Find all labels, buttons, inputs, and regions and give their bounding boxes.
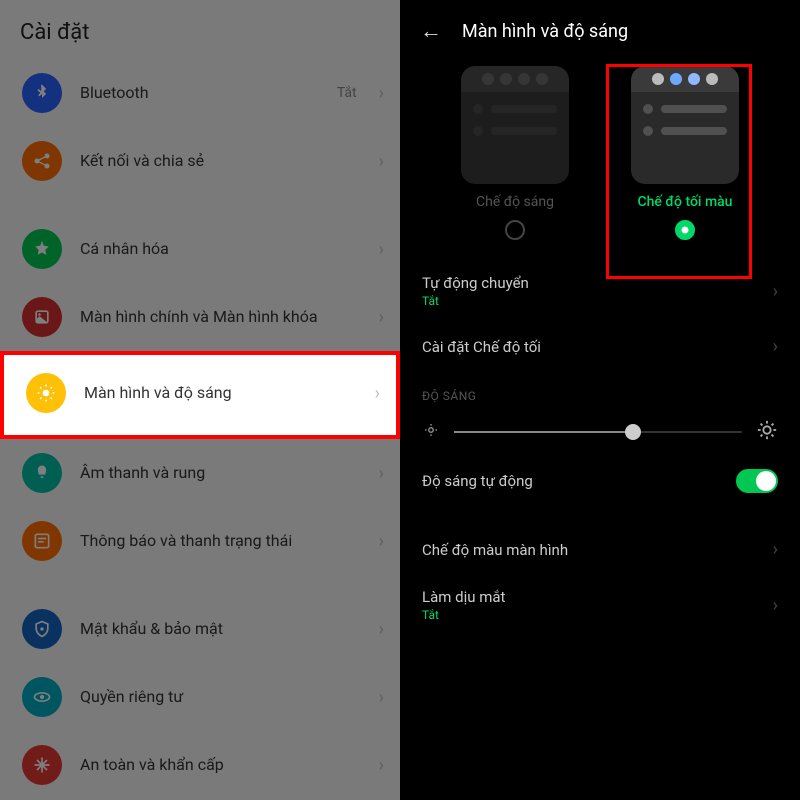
auto-brightness-row[interactable]: Độ sáng tự động xyxy=(400,455,800,507)
radio-unchecked[interactable] xyxy=(505,220,525,240)
settings-item-sound[interactable]: Âm thanh và rung › xyxy=(0,439,400,507)
auto-switch-row[interactable]: Tự động chuyển Tắt › xyxy=(400,260,800,322)
chevron-right-icon: › xyxy=(773,281,778,302)
brightness-slider[interactable] xyxy=(454,431,742,433)
mode-label: Chế độ tối màu xyxy=(638,194,733,210)
settings-item-notification[interactable]: Thông báo và thanh trạng thái › xyxy=(0,507,400,575)
item-label: An toàn và khẩn cấp xyxy=(80,755,361,776)
chevron-right-icon: › xyxy=(773,595,778,616)
item-label: Màn hình và độ sáng xyxy=(84,383,357,404)
chevron-right-icon: › xyxy=(379,463,384,484)
chevron-right-icon: › xyxy=(379,755,384,776)
header: ← Màn hình và độ sáng xyxy=(400,0,800,60)
item-label: Cá nhân hóa xyxy=(80,239,361,260)
chevron-right-icon: › xyxy=(379,687,384,708)
chevron-right-icon: › xyxy=(379,83,384,104)
row-label: Cài đặt Chế độ tối xyxy=(422,338,773,356)
chevron-right-icon: › xyxy=(379,151,384,172)
item-label: Kết nối và chia sẻ xyxy=(80,151,361,172)
eye-comfort-row[interactable]: Làm dịu mắt Tắt › xyxy=(400,574,800,636)
chevron-right-icon: › xyxy=(379,531,384,552)
settings-item-privacy[interactable]: Quyền riêng tư › xyxy=(0,663,400,731)
brightness-section-title: ĐỘ SÁNG xyxy=(400,371,800,409)
notification-icon xyxy=(22,521,62,561)
settings-item-personalize[interactable]: Cá nhân hóa › xyxy=(0,215,400,283)
dark-mode-settings-row[interactable]: Cài đặt Chế độ tối › xyxy=(400,322,800,371)
item-value: Tắt xyxy=(337,85,357,101)
privacy-icon xyxy=(22,677,62,717)
chevron-right-icon: › xyxy=(773,336,778,357)
brightness-low-icon xyxy=(422,421,440,443)
back-button[interactable]: ← xyxy=(420,18,442,44)
home-icon xyxy=(22,297,62,337)
item-label: Bluetooth xyxy=(80,83,319,104)
row-label: Làm dịu mắt xyxy=(422,588,773,606)
screen-color-row[interactable]: Chế độ màu màn hình › xyxy=(400,525,800,574)
settings-item-connection[interactable]: Kết nối và chia sẻ › xyxy=(0,127,400,195)
settings-item-emergency[interactable]: An toàn và khẩn cấp › xyxy=(0,731,400,799)
theme-mode-selector: Chế độ sáng Chế độ tối màu xyxy=(400,60,800,260)
brightness-slider-row xyxy=(400,409,800,455)
brightness-icon xyxy=(26,373,66,413)
row-value: Tắt xyxy=(422,294,773,308)
screen-title: Màn hình và độ sáng xyxy=(462,21,628,42)
dark-mode-option[interactable]: Chế độ tối màu xyxy=(615,66,755,240)
sound-icon xyxy=(22,453,62,493)
share-icon xyxy=(22,141,62,181)
chevron-right-icon: › xyxy=(375,383,380,404)
brightness-high-icon xyxy=(756,419,778,445)
item-label: Mật khẩu & bảo mật xyxy=(80,619,361,640)
settings-item-password[interactable]: Mật khẩu & bảo mật › xyxy=(0,595,400,663)
light-preview xyxy=(461,66,569,184)
mode-label: Chế độ sáng xyxy=(476,194,554,210)
bluetooth-icon xyxy=(22,73,62,113)
row-value: Tắt xyxy=(422,608,773,622)
lock-icon xyxy=(22,609,62,649)
display-settings-panel: ← Màn hình và độ sáng Chế độ sáng Chế độ… xyxy=(400,0,800,800)
settings-item-display[interactable]: Màn hình và độ sáng › xyxy=(0,351,400,439)
settings-item-homescreen[interactable]: Màn hình chính và Màn hình khóa › xyxy=(0,283,400,351)
settings-item-bluetooth[interactable]: Bluetooth Tắt › xyxy=(0,59,400,127)
toggle-on[interactable] xyxy=(736,469,778,493)
chevron-right-icon: › xyxy=(773,539,778,560)
row-label: Tự động chuyển xyxy=(422,274,773,292)
radio-checked[interactable] xyxy=(675,220,695,240)
chevron-right-icon: › xyxy=(379,307,384,328)
personalize-icon xyxy=(22,229,62,269)
light-mode-option[interactable]: Chế độ sáng xyxy=(445,66,585,240)
row-label: Độ sáng tự động xyxy=(422,472,736,490)
page-title: Cài đặt xyxy=(0,0,400,59)
settings-panel: Cài đặt Bluetooth Tắt › Kết nối và chia … xyxy=(0,0,400,800)
chevron-right-icon: › xyxy=(379,239,384,260)
row-label: Chế độ màu màn hình xyxy=(422,541,773,559)
chevron-right-icon: › xyxy=(379,619,384,640)
item-label: Quyền riêng tư xyxy=(80,687,361,708)
emergency-icon xyxy=(22,745,62,785)
item-label: Âm thanh và rung xyxy=(80,463,361,484)
dark-preview xyxy=(631,66,739,184)
item-label: Thông báo và thanh trạng thái xyxy=(80,531,361,552)
item-label: Màn hình chính và Màn hình khóa xyxy=(80,307,361,328)
